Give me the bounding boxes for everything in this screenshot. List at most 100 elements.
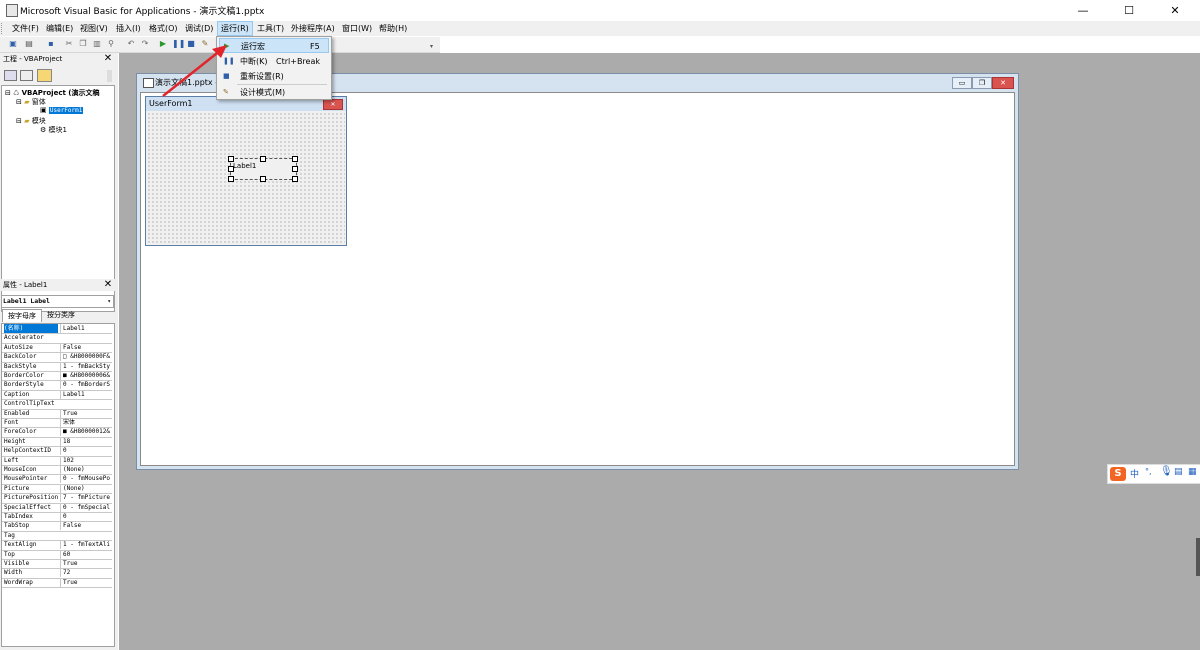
menu-file[interactable]: 文件(F) — [9, 21, 42, 36]
sogou-logo-icon[interactable]: S — [1110, 467, 1126, 481]
tree-node-module1[interactable]: ⚙ 模块1 — [40, 125, 67, 135]
property-value[interactable]: 0 - fmBorderS — [60, 380, 115, 390]
property-name: Height — [4, 437, 26, 445]
property-value[interactable]: 72 — [60, 568, 115, 578]
paste-icon[interactable]: ▥ — [92, 39, 102, 49]
property-value[interactable]: 宋体 — [60, 418, 115, 427]
property-value[interactable]: True — [60, 408, 115, 418]
menu-separator — [237, 84, 327, 85]
menu-window[interactable]: 窗口(W) — [339, 21, 375, 36]
object-selector[interactable]: Label1 Label ▾ — [1, 295, 114, 308]
resize-handle[interactable] — [292, 176, 298, 182]
microphone-icon[interactable]: 🎙 — [1160, 466, 1173, 477]
toolbox-icon[interactable]: ▦ — [1188, 467, 1197, 477]
object-selector-value: Label1 Label — [3, 297, 50, 305]
property-name: Accelerator — [4, 334, 44, 342]
menu-edit[interactable]: 编辑(E) — [43, 21, 76, 36]
keyboard-icon[interactable]: ▤ — [1174, 467, 1183, 477]
cut-icon[interactable]: ✂ — [64, 39, 74, 49]
property-name: Top — [4, 550, 15, 558]
property-name: Left — [4, 456, 19, 464]
tree-node-userform[interactable]: ▣ UserForm1 — [40, 106, 84, 114]
property-value[interactable]: 0 - fmMousePo — [60, 474, 115, 484]
tab-alphabetic[interactable]: 按字母序 — [2, 309, 42, 322]
menu-bar: 文件(F) 编辑(E) 视图(V) 插入(I) 格式(O) 调试(D) 运行(R… — [0, 21, 1200, 36]
view-host-app-icon[interactable]: ▣ — [8, 39, 18, 49]
expand-icon[interactable]: ⊟ — [5, 89, 11, 97]
run-menu-item[interactable]: ❚❚ 中断(K) Ctrl+Break — [219, 54, 329, 69]
expand-icon[interactable]: ⊟ — [16, 117, 22, 125]
property-value[interactable]: (None) — [60, 465, 115, 474]
maximize-button[interactable]: ☐ — [1106, 0, 1152, 21]
run-menu-item-label: 运行宏 — [241, 42, 265, 51]
minimize-button[interactable]: — — [1060, 0, 1106, 21]
property-value[interactable]: ■ &H80000006& — [60, 371, 115, 380]
run-menu-item-label: 设计模式(M) — [240, 87, 286, 97]
userform-close-icon[interactable]: ✕ — [323, 99, 343, 110]
property-value[interactable]: False — [60, 521, 115, 531]
find-icon[interactable]: ⚲ — [106, 39, 116, 49]
property-value[interactable]: 102 — [60, 455, 115, 465]
menu-insert[interactable]: 插入(I) — [113, 21, 144, 36]
ime-chinese-mode[interactable]: 中 — [1130, 467, 1139, 480]
close-button[interactable]: ✕ — [1152, 0, 1198, 21]
resize-handle[interactable] — [228, 166, 234, 172]
property-value[interactable]: 18 — [60, 436, 115, 446]
property-value[interactable]: 1 - fmTextAli — [60, 540, 115, 550]
property-value[interactable]: False — [60, 342, 115, 352]
resize-handle[interactable] — [260, 156, 266, 162]
menu-tools[interactable]: 工具(T) — [254, 21, 287, 36]
property-value[interactable]: Label1 — [60, 389, 115, 399]
property-name: Enabled — [4, 409, 30, 417]
redo-icon[interactable]: ↷ — [140, 39, 150, 49]
run-menu-item[interactable]: ■ 重新设置(R) — [219, 69, 329, 84]
chevron-down-icon[interactable]: ▾ — [107, 296, 111, 307]
resize-handle[interactable] — [228, 176, 234, 182]
menu-run[interactable]: 运行(R) — [217, 21, 253, 36]
project-tree: ⊟ ♺ VBAProject (演示文稿 ⊟ ▰ 窗体 ▣ UserForm1 … — [1, 85, 115, 312]
resize-handle[interactable] — [292, 166, 298, 172]
property-name: Tag — [4, 531, 15, 539]
property-value[interactable]: (None) — [60, 483, 115, 493]
resize-handle[interactable] — [260, 176, 266, 182]
tab-categorized[interactable]: 按分类序 — [42, 310, 80, 321]
view-code-icon[interactable] — [4, 70, 17, 81]
project-pane-close-icon[interactable]: ✕ — [103, 53, 113, 64]
toggle-folders-icon[interactable] — [37, 69, 52, 82]
run-menu-item[interactable]: ▶ 运行宏 F5 — [219, 38, 329, 53]
punctuation-icon[interactable]: °, — [1145, 467, 1152, 476]
menu-help[interactable]: 帮助(H) — [376, 21, 410, 36]
insert-userform-icon[interactable]: ▤ — [24, 39, 34, 49]
resize-handle[interactable] — [292, 156, 298, 162]
view-object-icon[interactable] — [20, 70, 33, 81]
property-value[interactable]: 0 — [60, 446, 115, 456]
property-name: WordWrap — [4, 578, 33, 586]
property-value[interactable]: True — [60, 559, 115, 568]
property-value[interactable]: □ &H8000000F& — [60, 352, 115, 362]
property-value[interactable]: 7 - fmPicture — [60, 493, 115, 503]
property-row[interactable]: WordWrap True — [2, 577, 115, 589]
resize-handle[interactable] — [228, 156, 234, 162]
property-value[interactable]: ■ &H80000012& — [60, 427, 115, 437]
undo-icon[interactable]: ↶ — [126, 39, 136, 49]
properties-pane-close-icon[interactable]: ✕ — [103, 279, 113, 290]
doc-close-button[interactable]: ✕ — [992, 77, 1014, 89]
expand-icon[interactable]: ⊟ — [16, 98, 22, 106]
property-value[interactable]: Label1 — [60, 324, 115, 333]
copy-icon[interactable]: ❐ — [78, 39, 88, 49]
run-menu-item[interactable]: ✎ 设计模式(M) — [219, 85, 329, 100]
menu-view[interactable]: 视图(V) — [77, 21, 111, 36]
menu-debug[interactable]: 调试(D) — [182, 21, 216, 36]
doc-restore-button[interactable]: ❐ — [972, 77, 992, 89]
property-value[interactable]: True — [60, 577, 115, 587]
save-icon[interactable]: ▪ — [46, 39, 56, 49]
property-value[interactable]: 0 - fmSpecial — [60, 502, 115, 512]
property-value[interactable]: 60 — [60, 549, 115, 559]
menu-addins[interactable]: 外接程序(A) — [288, 21, 338, 36]
doc-minimize-button[interactable]: ▭ — [952, 77, 972, 89]
property-value[interactable]: 1 - fmBackSty — [60, 361, 115, 371]
property-value[interactable]: 0 — [60, 512, 115, 521]
toolbar-overflow-icon[interactable]: ▾ — [430, 43, 437, 50]
menu-format[interactable]: 格式(O) — [146, 21, 181, 36]
page-scrollbar-thumb[interactable] — [1196, 538, 1200, 576]
